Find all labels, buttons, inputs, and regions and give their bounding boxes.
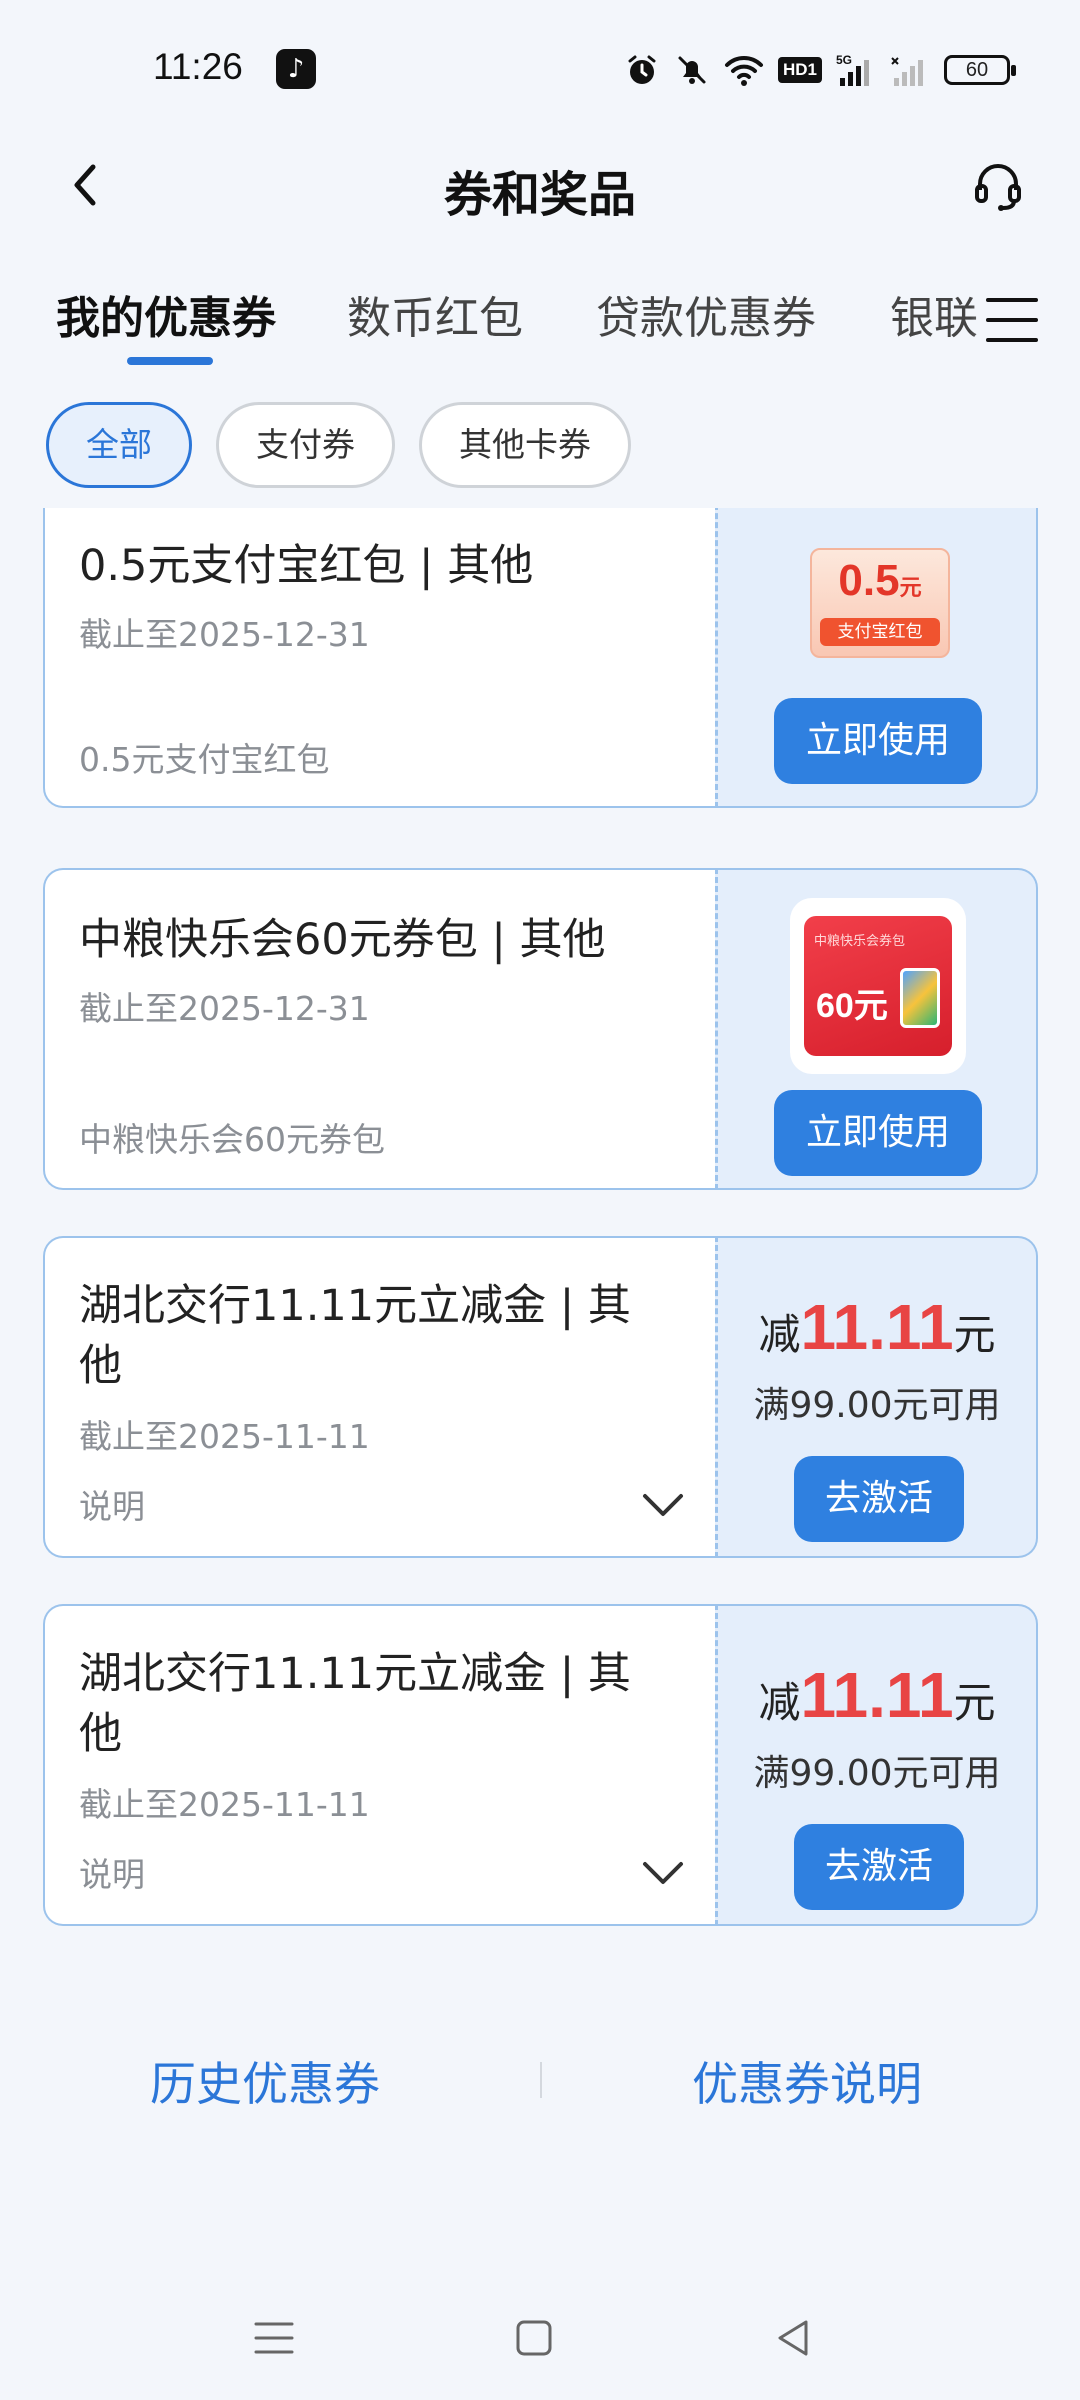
header: 券和奖品: [0, 130, 1080, 240]
chevron-down-icon[interactable]: [641, 1858, 685, 1888]
category-tabs: 我的优惠券 数币红包 贷款优惠券 银联: [0, 270, 1080, 370]
menu-icon[interactable]: [244, 2308, 304, 2368]
mute-bell-icon: [678, 56, 706, 84]
coupons-page: 11:26 ♪ HD1 5G 60 券和奖品 我的优惠券 数币红包 贷款优惠券 …: [0, 0, 1080, 2400]
thumb-label: 支付宝红包: [820, 618, 940, 646]
headset-icon: [975, 164, 1021, 211]
status-bar: 11:26 ♪ HD1 5G 60: [0, 0, 1080, 120]
coupon-card[interactable]: 湖北交行11.11元立减金 | 其他 截止至2025-11-11 说明 减11.…: [43, 1236, 1038, 1558]
discount-unit: 元: [953, 1310, 996, 1359]
discount-unit: 元: [953, 1678, 996, 1727]
hd-badge: HD1: [777, 57, 822, 83]
coupon-action-area: 中粮快乐会券包 60元 立即使用: [715, 868, 1038, 1190]
discount-prefix: 减: [758, 1310, 801, 1359]
discount-value: 11.11: [800, 1291, 954, 1363]
tab-active-indicator: [127, 357, 213, 365]
footer-links: 历史优惠券 优惠券说明: [0, 2040, 1080, 2120]
coupon-title: 湖北交行11.11元立减金 | 其他: [79, 1281, 631, 1391]
wifi-icon: [724, 55, 763, 86]
battery-icon: 60: [944, 55, 1016, 85]
activate-button[interactable]: 去激活: [794, 1824, 964, 1910]
coupon-expiry: 截止至2025-12-31: [79, 615, 370, 654]
filter-chip-other-cards[interactable]: 其他卡券: [419, 402, 631, 488]
coupon-title: 湖北交行11.11元立减金 | 其他: [79, 1649, 631, 1759]
tab-loan-coupons[interactable]: 贷款优惠券: [596, 282, 816, 346]
thumb-small-text: 中粮快乐会券包: [814, 934, 906, 949]
coupon-info: 湖北交行11.11元立减金 | 其他 截止至2025-11-11 说明: [43, 1604, 715, 1926]
coupon-help-link[interactable]: 优惠券说明: [692, 2048, 922, 2114]
voucher-pack-image: 中粮快乐会券包 60元: [790, 898, 966, 1074]
coupon-info: 0.5元支付宝红包 | 其他 截止至2025-12-31 0.5元支付宝红包: [43, 508, 715, 808]
discount-condition: 满99.00元可用: [753, 1753, 1001, 1794]
status-icons: HD1 5G 60: [624, 50, 1016, 90]
filter-chip-all[interactable]: 全部: [46, 402, 192, 488]
coupon-description: 说明: [79, 1487, 145, 1526]
use-now-button[interactable]: 立即使用: [774, 698, 982, 784]
system-nav-bar: [0, 2290, 1080, 2380]
coupon-expiry: 截止至2025-11-11: [79, 1785, 370, 1824]
tabs-menu-button[interactable]: [982, 290, 1042, 350]
filter-chip-payment[interactable]: 支付券: [216, 402, 395, 488]
discount-value: 11.11: [800, 1659, 954, 1731]
discount-amount: 减11.11元: [718, 1658, 1036, 1732]
alipay-red-packet-image: 0.5元 支付宝红包: [810, 548, 950, 658]
discount-amount: 减11.11元: [718, 1290, 1036, 1364]
coupon-expiry: 截止至2025-11-11: [79, 1417, 370, 1456]
coupon-action-area: 减11.11元 满99.00元可用 去激活: [715, 1236, 1038, 1558]
coupon-card[interactable]: 湖北交行11.11元立减金 | 其他 截止至2025-11-11 说明 减11.…: [43, 1604, 1038, 1926]
use-now-button[interactable]: 立即使用: [774, 1090, 982, 1176]
status-time: 11:26: [153, 46, 243, 87]
discount-prefix: 减: [758, 1678, 801, 1727]
coupon-expiry: 截止至2025-12-31: [79, 989, 370, 1028]
coupon-title: 0.5元支付宝红包 | 其他: [79, 541, 534, 591]
coupon-list: 0.5元支付宝红包 | 其他 截止至2025-12-31 0.5元支付宝红包 0…: [0, 508, 1080, 1968]
home-icon[interactable]: [504, 2308, 564, 2368]
discount-condition: 满99.00元可用: [753, 1385, 1001, 1426]
filter-chips: 全部 支付券 其他卡券: [46, 402, 631, 488]
activate-button[interactable]: 去激活: [794, 1456, 964, 1542]
customer-service-button[interactable]: [966, 155, 1030, 219]
svg-text:5G: 5G: [836, 53, 852, 67]
coupon-card[interactable]: 0.5元支付宝红包 | 其他 截止至2025-12-31 0.5元支付宝红包 0…: [43, 508, 1038, 808]
history-coupons-link[interactable]: 历史优惠券: [150, 2048, 380, 2114]
coupon-description: 说明: [79, 1855, 145, 1894]
chevron-down-icon[interactable]: [641, 1490, 685, 1520]
coupon-description: 中粮快乐会60元券包: [79, 1120, 385, 1159]
coupon-action-area: 减11.11元 满99.00元可用 去激活: [715, 1604, 1038, 1926]
tiktok-icon: ♪: [276, 49, 316, 89]
voucher-pack-inner: 中粮快乐会券包 60元: [804, 916, 952, 1056]
tab-my-coupons[interactable]: 我的优惠券: [56, 282, 276, 346]
coupon-description: 0.5元支付宝红包: [79, 740, 330, 779]
menu-icon-line: [986, 298, 1038, 302]
coupon-card[interactable]: 中粮快乐会60元券包 | 其他 截止至2025-12-31 中粮快乐会60元券包…: [43, 868, 1038, 1190]
menu-icon-line: [986, 338, 1038, 342]
coupon-info: 中粮快乐会60元券包 | 其他 截止至2025-12-31 中粮快乐会60元券包: [43, 868, 715, 1190]
thumb-amount-value: 0.5: [838, 556, 900, 605]
coupon-title: 中粮快乐会60元券包 | 其他: [79, 915, 606, 965]
thumb-amount-unit: 元: [899, 575, 922, 600]
back-triangle-icon[interactable]: [764, 2308, 824, 2368]
cube-logo-icon: [900, 968, 940, 1028]
page-title: 券和奖品: [443, 167, 636, 223]
footer-divider: [540, 2062, 542, 2098]
signal-sim2-icon: [891, 57, 923, 86]
thumb-amount: 0.5元: [812, 556, 948, 606]
alarm-icon: [628, 55, 656, 84]
tab-digital-currency-red-packet[interactable]: 数币红包: [347, 282, 523, 346]
coupon-action-area: 0.5元 支付宝红包 立即使用: [715, 508, 1038, 808]
signal-5g-icon: 5G: [836, 53, 869, 86]
thumb-big-text: 60元: [816, 987, 888, 1025]
menu-icon-line: [986, 318, 1038, 322]
coupon-info: 湖北交行11.11元立减金 | 其他 截止至2025-11-11 说明: [43, 1236, 715, 1558]
tab-unionpay[interactable]: 银联: [890, 282, 978, 346]
